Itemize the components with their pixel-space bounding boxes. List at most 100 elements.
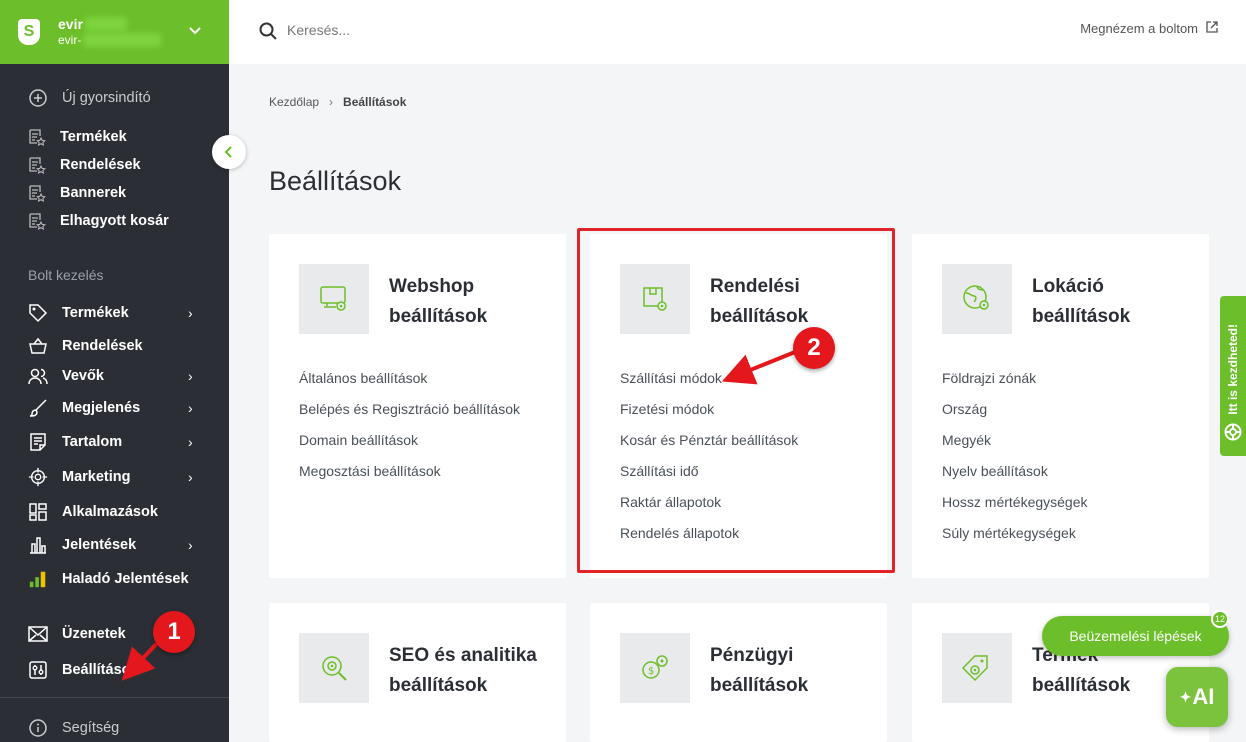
breadcrumb: Kezdőlap › Beállítások [269,95,406,109]
sidebar-item-messages[interactable]: Üzenetek [28,624,126,644]
settings-link[interactable]: Súly mértékegységek [942,524,1088,555]
settings-link[interactable]: Kosár és Pénztár beállítások [620,431,798,462]
shop-logo-icon: S [18,19,40,45]
start-here-tab[interactable]: Itt is kezdheted! [1220,296,1246,456]
chevron-right-icon[interactable]: › [188,368,193,384]
settings-link[interactable]: Nyelv beállítások [942,462,1088,493]
shop-switcher[interactable]: S evir evir- [0,0,229,64]
sidebar-item-apps[interactable]: Alkalmazások [28,502,158,522]
sidebar-divider [0,697,229,698]
card-title: Lokáció beállítások [1032,276,1131,327]
info-icon [28,718,48,738]
sidebar-item-appearance[interactable]: Megjelenés [28,398,140,418]
lifebuoy-icon [1224,423,1242,446]
sidebar-item-reports[interactable]: Jelentések [28,535,136,555]
ai-label: AI [1192,684,1215,709]
magnifier-gear-icon [299,633,369,703]
card-title: Pénzügyi beállítások [710,645,809,696]
sidebar-shortcut-label: Elhagyott kosár [60,213,169,229]
view-shop-link[interactable]: Megnézem a boltom [1080,21,1218,36]
sidebar-shortcut-label: Bannerek [60,185,127,201]
settings-link[interactable]: Domain beállítások [299,431,520,462]
chevron-right-icon[interactable]: › [188,305,193,321]
onboarding-count-badge: 12 [1211,610,1229,628]
sidebar-item-help[interactable]: Segítség [28,718,119,738]
settings-link[interactable]: Raktár állapotok [620,493,798,524]
shop-url: evir- [58,33,82,47]
onboarding-label: Beüzemelési lépések [1069,628,1202,644]
basket-icon [28,336,48,356]
sidebar-quick-start-label: Új gyorsindító [62,90,151,106]
settings-link[interactable]: Szállítási idő [620,462,798,493]
sliders-icon [28,660,48,680]
sidebar-help-label: Segítség [62,720,120,736]
settings-link[interactable]: Általános beállítások [299,369,520,400]
svg-text:$: $ [648,666,654,677]
star-list-icon [28,183,46,203]
chevron-right-icon[interactable]: › [188,434,193,450]
sidebar-item-content[interactable]: Tartalom [28,432,122,452]
settings-link[interactable]: Hossz mértékegységek [942,493,1088,524]
settings-link[interactable]: Ország [942,400,1088,431]
sidebar-item-orders[interactable]: Rendelések [28,336,143,356]
money-gear-icon: $ [620,633,690,703]
ai-assistant-button[interactable]: ✦ AI [1166,667,1228,727]
chevron-right-icon[interactable]: › [188,537,193,553]
card-finance-settings: $ Pénzügyi beállítások [590,603,887,742]
search-input[interactable] [287,18,687,42]
settings-link[interactable]: Földrajzi zónák [942,369,1088,400]
plus-circle-icon [28,88,48,108]
sidebar-shortcut-products[interactable]: Termékek [28,127,127,147]
chevron-down-icon[interactable] [189,22,201,38]
monitor-gear-icon [299,264,369,334]
card-title: Rendelési beállítások [710,276,809,327]
sidebar-item-label: Vevők [62,368,104,384]
sidebar-item-label: Marketing [62,469,131,485]
tag-gear-icon [942,633,1012,703]
sidebar-section-title: Bolt kezelés [28,267,104,283]
settings-link[interactable]: Fizetési módok [620,400,798,431]
star-list-icon [28,127,46,147]
sidebar-shortcut-orders[interactable]: Rendelések [28,155,141,175]
sidebar-collapse-button[interactable] [212,135,246,169]
star-list-icon [28,155,46,175]
envelope-icon [28,624,48,644]
box-gear-icon [620,264,690,334]
globe-gear-icon [942,264,1012,334]
view-shop-label: Megnézem a boltom [1080,21,1198,36]
bar-chart-icon [28,535,48,555]
sidebar-shortcut-label: Rendelések [60,157,141,173]
card-title: SEO és analitika beállítások [389,645,537,696]
sidebar-item-label: Rendelések [62,338,143,354]
settings-link[interactable]: Megosztási beállítások [299,462,520,493]
breadcrumb-home[interactable]: Kezdőlap [269,95,319,109]
sidebar-item-label: Alkalmazások [62,504,158,520]
sidebar-item-label: Jelentések [62,537,137,553]
sidebar-item-advanced-reports[interactable]: Haladó Jelentések [28,569,189,589]
sidebar-shortcut-banners[interactable]: Bannerek [28,183,126,203]
card-order-settings: Rendelési beállítások Szállítási módok F… [590,234,887,578]
sidebar-item-settings[interactable]: Beállítások [28,660,139,680]
card-title: Webshop beállítások [389,276,488,327]
onboarding-steps-button[interactable]: Beüzemelési lépések [1042,616,1229,656]
annotation-marker: 1 [153,611,195,653]
sidebar-quick-start[interactable]: Új gyorsindító [28,88,151,108]
brush-icon [28,398,48,418]
card-webshop-settings: Webshop beállítások Általános beállításo… [269,234,566,578]
settings-link[interactable]: Belépés és Regisztráció beállítások [299,400,520,431]
sidebar-shortcut-label: Termékek [60,129,127,145]
sidebar-item-label: Termékek [62,305,129,321]
chevron-right-icon[interactable]: › [188,400,193,416]
chevron-right-icon[interactable]: › [188,469,193,485]
sidebar-item-products[interactable]: Termékek [28,303,129,323]
settings-link[interactable]: Rendelés állapotok [620,524,798,555]
settings-link[interactable]: Megyék [942,431,1088,462]
sidebar-item-label: Tartalom [62,434,123,450]
settings-link-shipping-methods[interactable]: Szállítási módok [620,369,798,400]
sidebar-item-marketing[interactable]: Marketing [28,467,131,487]
chevron-left-icon [224,146,232,158]
sidebar-item-customers[interactable]: Vevők [28,366,104,386]
annotation-marker: 2 [793,327,835,369]
star-list-icon [28,211,46,231]
sidebar-shortcut-abandoned-cart[interactable]: Elhagyott kosár [28,211,169,231]
